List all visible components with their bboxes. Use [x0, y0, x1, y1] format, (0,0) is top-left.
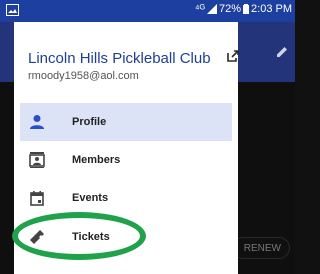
menu-item-profile[interactable]: Profile [20, 103, 232, 141]
person-icon [28, 113, 46, 131]
menu-label-events: Events [72, 192, 109, 204]
clock: 2:03 PM [251, 3, 292, 15]
battery-icon [243, 4, 250, 14]
highlight-oval [12, 212, 146, 260]
gallery-icon [6, 4, 19, 16]
status-bar: ⁴ᴳ 72% 2:03 PM [0, 0, 295, 22]
share-icon[interactable] [226, 49, 240, 63]
menu-item-events[interactable]: Events [20, 179, 232, 217]
menu-label-profile: Profile [72, 116, 107, 128]
menu-label-members: Members [72, 154, 121, 166]
members-card-icon [28, 151, 46, 169]
network-type: ⁴ᴳ [194, 3, 205, 15]
calendar-icon [28, 189, 46, 207]
edit-icon[interactable] [275, 45, 289, 59]
account-email: rmoody1958@aol.com [28, 70, 139, 82]
renew-button[interactable]: RENEW [232, 237, 290, 259]
battery-percent: 72% [219, 3, 242, 15]
menu-item-members[interactable]: Members [20, 141, 232, 179]
club-name: Lincoln Hills Pickleball Club [28, 50, 211, 67]
signal-icon [207, 4, 217, 14]
